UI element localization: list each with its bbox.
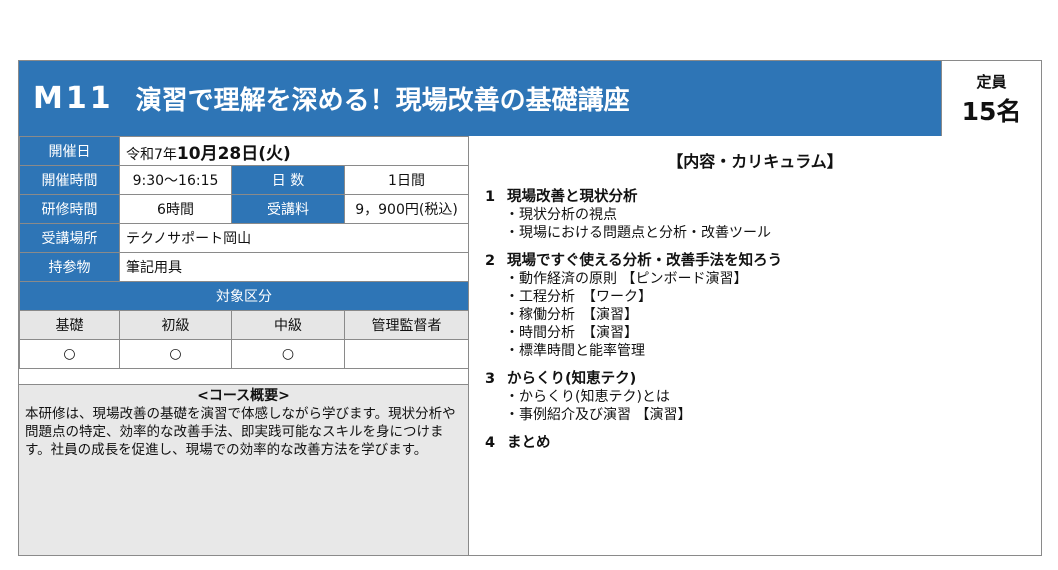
level-intermediate: 中級 — [231, 310, 345, 340]
capacity-label: 定員 — [976, 73, 1007, 91]
time-value: 9:30～16:15 — [119, 165, 232, 195]
level-basic: 基礎 — [19, 310, 120, 340]
curriculum-heading: 【内容・カリキュラム】 — [667, 152, 843, 171]
course-title: 演習で理解を深める！現場改善の基礎講座 — [135, 86, 630, 116]
curriculum-item: 4 まとめ — [485, 434, 1041, 452]
bring-label: 持参物 — [19, 252, 120, 282]
curriculum-subitem: 時間分析 【演習】 — [505, 324, 1041, 342]
course-summary: <コース概要> 本研修は、現場改善の基礎を演習で体感しながら学びます。現状分析や… — [19, 384, 468, 555]
curriculum-subitem: 現状分析の視点 — [505, 206, 1041, 224]
place-label: 受講場所 — [19, 223, 120, 253]
target-header-row: 対象区分 — [18, 281, 470, 311]
item-number: 1 — [485, 189, 496, 205]
info-table: 開催日 令和7年10月28日(火) 開催時間 9:30～16:15 日 数 1日… — [18, 136, 470, 369]
curriculum-item-title: 3 からくり(知恵テク) — [485, 370, 1041, 388]
mark-beginner: ○ — [119, 339, 232, 369]
hours-value: 6時間 — [119, 194, 232, 224]
place-value: テクノサポート岡山 — [118, 223, 470, 253]
date-value: 令和7年10月28日(火) — [118, 136, 470, 166]
curriculum-subitem: 事例紹介及び演習 【演習】 — [505, 406, 1041, 424]
curriculum-subitem: からくり(知恵テク)とは — [505, 388, 1041, 406]
place-row: 受講場所 テクノサポート岡山 — [19, 223, 470, 253]
item-title-text: まとめ — [507, 435, 551, 451]
date-main: 10月28日(火) — [176, 143, 291, 164]
curriculum-item: 2 現場ですぐ使える分析・改善手法を知ろう 動作経済の原則 【ピンボード演習】 工… — [485, 252, 1041, 360]
summary-heading: <コース概要> — [197, 388, 290, 404]
item-number: 4 — [485, 435, 496, 451]
time-row: 開催時間 9:30～16:15 日 数 1日間 — [19, 165, 470, 195]
course-card: M11 演習で理解を深める！現場改善の基礎講座 定員 15名 開催日 令和7年1… — [18, 60, 1042, 556]
item-title-text: からくり(知恵テク) — [507, 371, 637, 387]
target-label: 対象区分 — [18, 281, 470, 311]
info-panel: 開催日 令和7年10月28日(火) 開催時間 9:30～16:15 日 数 1日… — [18, 136, 470, 555]
curriculum-subitem: 動作経済の原則 【ピンボード演習】 — [505, 270, 1041, 288]
mark-basic: ○ — [19, 339, 120, 369]
date-row: 開催日 令和7年10月28日(火) — [19, 136, 470, 166]
mark-manager — [343, 339, 470, 369]
capacity-value: 15名 — [961, 97, 1022, 126]
curriculum-item-title: 2 現場ですぐ使える分析・改善手法を知ろう — [485, 252, 1041, 270]
curriculum-item: 1 現場改善と現状分析 現状分析の視点 現場における問題点と分析・改善ツール — [485, 188, 1041, 242]
hours-row: 研修時間 6時間 受講料 9，900円(税込) — [19, 194, 470, 224]
curriculum-list: 1 現場改善と現状分析 現状分析の視点 現場における問題点と分析・改善ツール 2現… — [485, 188, 1041, 452]
date-prefix: 令和7年 — [126, 146, 177, 163]
bring-value: 筆記用具 — [118, 252, 470, 282]
course-header: M11 演習で理解を深める！現場改善の基礎講座 — [19, 61, 941, 136]
curriculum-subitem: 工程分析 【ワーク】 — [505, 288, 1041, 306]
days-label: 日 数 — [231, 165, 345, 195]
item-title-text: 現場改善と現状分析 — [507, 189, 638, 205]
hours-label: 研修時間 — [19, 194, 120, 224]
item-title-text: 現場ですぐ使える分析・改善手法を知ろう — [507, 253, 783, 269]
date-label: 開催日 — [19, 136, 120, 166]
course-code: M11 — [33, 81, 114, 116]
item-number: 2 — [485, 253, 496, 269]
target-marks-row: ○ ○ ○ — [19, 339, 470, 369]
level-manager: 管理監督者 — [343, 310, 470, 340]
curriculum-item-title: 4 まとめ — [485, 434, 1041, 452]
curriculum-panel: 【内容・カリキュラム】 1 現場改善と現状分析 現状分析の視点 現場における問題点… — [468, 136, 1041, 555]
curriculum-subitem: 稼働分析 【演習】 — [505, 306, 1041, 324]
summary-body: 本研修は、現場改善の基礎を演習で体感しながら学びます。現状分析や問題点の特定、効… — [25, 406, 456, 458]
item-number: 3 — [485, 371, 496, 387]
curriculum-item: 3 からくり(知恵テク) からくり(知恵テク)とは 事例紹介及び演習 【演習】 — [485, 370, 1041, 424]
bring-row: 持参物 筆記用具 — [19, 252, 470, 282]
curriculum-item-title: 1 現場改善と現状分析 — [485, 188, 1041, 206]
level-beginner: 初級 — [119, 310, 232, 340]
days-value: 1日間 — [343, 165, 470, 195]
time-label: 開催時間 — [19, 165, 120, 195]
curriculum-subitem: 現場における問題点と分析・改善ツール — [505, 224, 1041, 242]
fee-value: 9，900円(税込) — [343, 194, 470, 224]
capacity-box: 定員 15名 — [941, 61, 1041, 136]
curriculum-subitem: 標準時間と能率管理 — [505, 342, 1041, 360]
target-levels-row: 基礎 初級 中級 管理監督者 — [19, 310, 470, 340]
mark-intermediate: ○ — [231, 339, 345, 369]
fee-label: 受講料 — [231, 194, 345, 224]
